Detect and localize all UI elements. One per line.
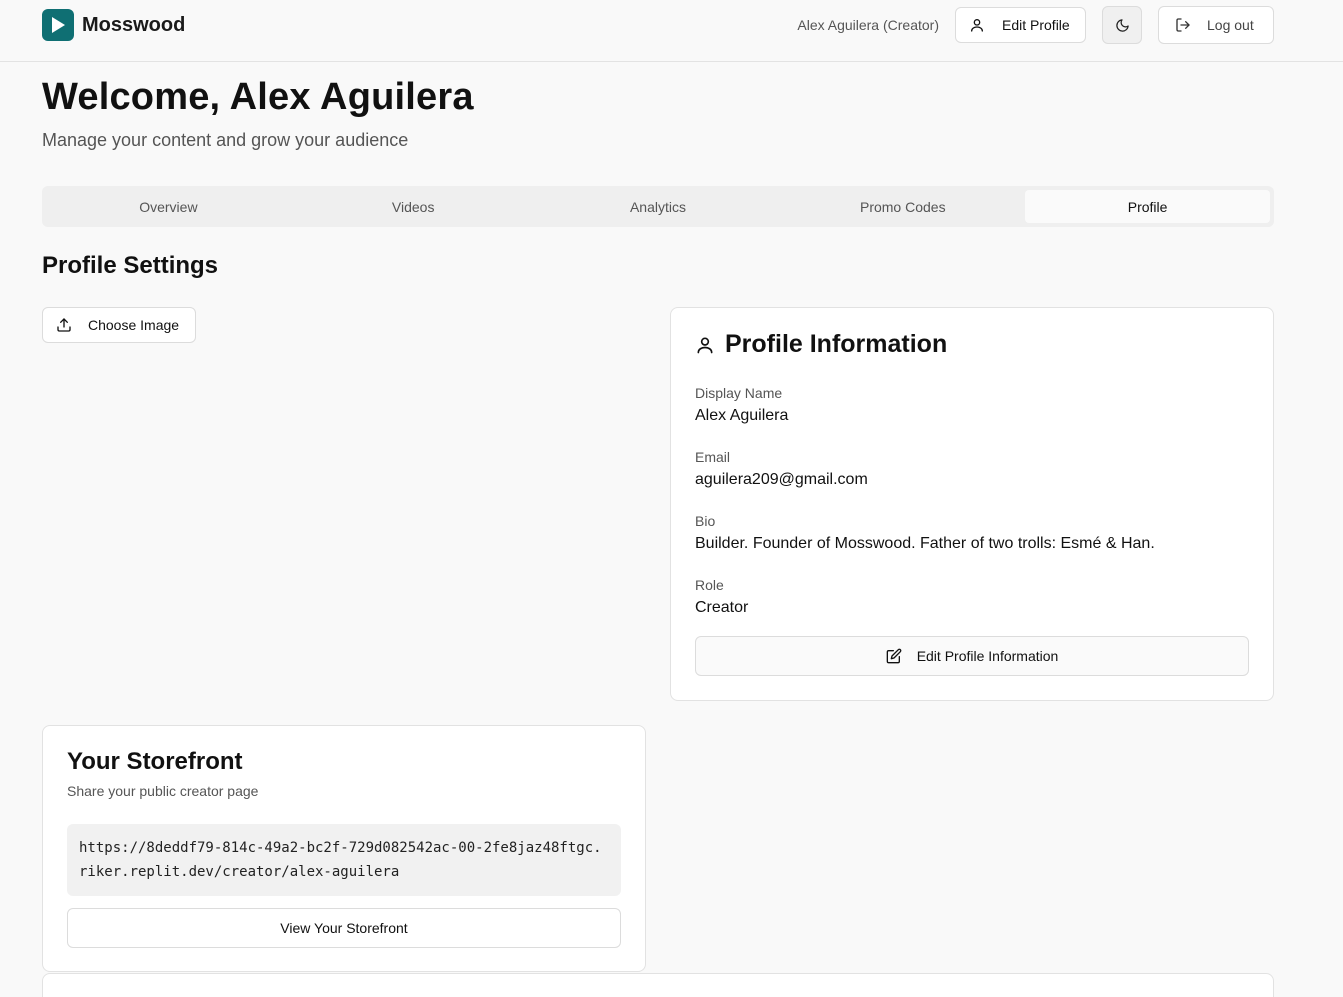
upload-icon	[57, 318, 71, 332]
view-storefront-button[interactable]: View Your Storefront	[67, 908, 621, 948]
role-label: Role	[695, 577, 724, 593]
storefront-subtitle: Share your public creator page	[67, 783, 259, 799]
email-label: Email	[695, 449, 731, 465]
card-header: Profile Information	[695, 330, 947, 359]
user-icon	[697, 337, 713, 353]
next-card	[42, 973, 1274, 997]
storefront-url[interactable]: https://8deddf79-814c-49a2-bc2f-729d0825…	[67, 824, 621, 896]
page-title: Welcome, Alex Aguilera	[42, 76, 474, 118]
tab-profile[interactable]: Profile	[1025, 190, 1270, 223]
top-bar: Mosswood Alex Aguilera (Creator) Edit Pr…	[0, 0, 1343, 62]
email-value: aguilera209@gmail.com	[695, 471, 868, 488]
bio-value: Builder. Founder of Mosswood. Father of …	[695, 535, 1155, 552]
bio-label: Bio	[695, 513, 716, 529]
edit-profile-label: Edit Profile	[1002, 17, 1070, 33]
tab-videos[interactable]: Videos	[291, 190, 536, 223]
app-logo[interactable]: Mosswood	[42, 9, 185, 41]
section-title: Profile Settings	[42, 252, 219, 279]
play-logo-icon	[42, 9, 74, 41]
edit-profile-button[interactable]: Edit Profile	[955, 7, 1086, 43]
edit-icon	[886, 648, 902, 664]
storefront-card: Your Storefront Share your public creato…	[42, 725, 646, 972]
choose-image-label: Choose Image	[88, 317, 180, 333]
tab-promo-codes[interactable]: Promo Codes	[780, 190, 1025, 223]
storefront-title: Your Storefront	[67, 748, 243, 775]
logout-icon	[1176, 18, 1190, 32]
page-subtitle: Manage your content and grow your audien…	[42, 130, 409, 150]
current-user-label: Alex Aguilera (Creator)	[797, 17, 939, 33]
edit-profile-information-label: Edit Profile Information	[916, 648, 1059, 664]
user-icon	[971, 19, 983, 32]
dashboard-tabs: Overview Videos Analytics Promo Codes Pr…	[42, 186, 1274, 227]
app-name: Mosswood	[82, 13, 186, 36]
moon-icon	[1115, 18, 1129, 32]
tab-overview[interactable]: Overview	[46, 190, 291, 223]
display-name-label: Display Name	[695, 385, 783, 401]
display-name-value: Alex Aguilera	[695, 407, 789, 424]
choose-image-button[interactable]: Choose Image	[42, 307, 196, 343]
profile-information-card: Profile Information Display Name Alex Ag…	[670, 307, 1274, 701]
card-title: Profile Information	[725, 330, 948, 358]
edit-profile-information-button[interactable]: Edit Profile Information	[695, 636, 1249, 676]
logout-button[interactable]: Log out	[1158, 6, 1274, 44]
logout-label: Log out	[1207, 17, 1254, 33]
role-value: Creator	[695, 599, 749, 616]
theme-toggle-button[interactable]	[1102, 6, 1142, 44]
tab-analytics[interactable]: Analytics	[536, 190, 781, 223]
